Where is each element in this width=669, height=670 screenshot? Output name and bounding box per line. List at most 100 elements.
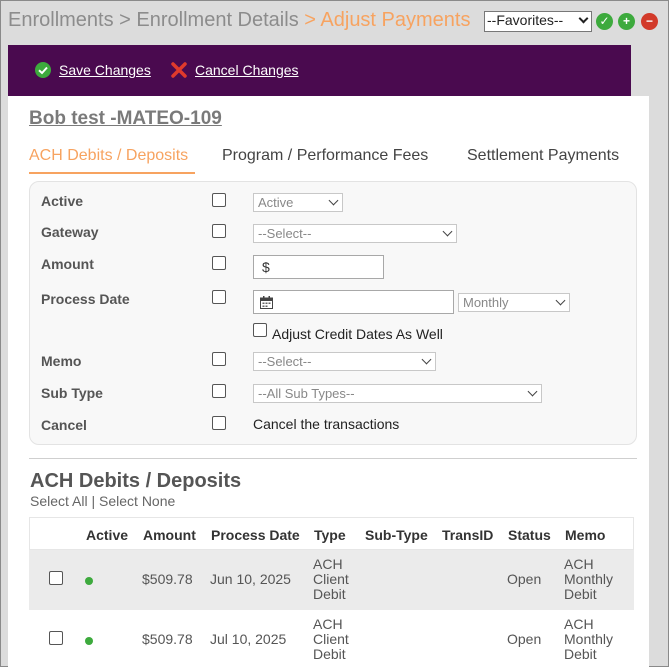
cancel-changes-button[interactable]: Cancel Changes — [171, 62, 299, 78]
amount-checkbox[interactable] — [212, 256, 226, 270]
save-changes-label: Save Changes — [59, 62, 151, 78]
memo-select-value: --Select-- — [258, 354, 312, 369]
section-divider — [29, 458, 637, 459]
sub-type-select-value: --All Sub Types-- — [258, 386, 355, 401]
table-row[interactable]: $509.78 Jul 10, 2025 ACH Client Debit Op… — [29, 610, 634, 670]
process-date-label: Process Date — [41, 291, 130, 307]
close-icon — [171, 62, 187, 78]
favorites-select[interactable]: --Favorites-- — [484, 11, 592, 32]
memo-checkbox[interactable] — [212, 352, 226, 366]
cell-status: Open — [507, 571, 542, 587]
chevron-down-icon — [421, 354, 432, 365]
cell-type-line: ACH — [313, 556, 343, 572]
adjust-credit-dates-checkbox[interactable] — [253, 323, 267, 337]
memo-select[interactable]: --Select-- — [253, 352, 436, 371]
amount-input[interactable]: $ — [253, 255, 384, 279]
frequency-select[interactable]: Monthly — [458, 293, 570, 312]
column-header-amount[interactable]: Amount — [143, 527, 196, 543]
gateway-label: Gateway — [41, 224, 99, 240]
chevron-down-icon — [442, 226, 453, 237]
cell-type-line: Debit — [313, 646, 346, 662]
tab-settlement-payments[interactable]: Settlement Payments — [467, 147, 619, 165]
cell-type: ACH Client Debit — [313, 557, 349, 602]
column-header-type[interactable]: Type — [314, 527, 346, 543]
gateway-checkbox[interactable] — [212, 224, 226, 238]
select-none-link[interactable]: Select None — [99, 493, 175, 509]
sub-type-checkbox[interactable] — [212, 384, 226, 398]
cell-amount: $509.78 — [142, 631, 193, 647]
client-name-link[interactable]: Bob test -MATEO-109 — [29, 108, 222, 130]
process-date-checkbox[interactable] — [212, 290, 226, 304]
column-header-active[interactable]: Active — [86, 527, 128, 543]
cell-status: Open — [507, 631, 542, 647]
select-all-link[interactable]: Select All — [30, 493, 88, 509]
chevron-down-icon — [578, 13, 589, 24]
cell-type: ACH Client Debit — [313, 617, 349, 662]
column-header-memo[interactable]: Memo — [565, 527, 605, 543]
cancel-checkbox[interactable] — [212, 416, 226, 430]
amount-label: Amount — [41, 256, 94, 272]
cell-type-line: Client — [313, 571, 349, 587]
remove-favorite-icon[interactable]: − — [641, 13, 658, 30]
row-select-checkbox[interactable] — [49, 571, 63, 585]
cancel-label: Cancel — [41, 417, 87, 433]
selection-links: Select All | Select None — [30, 493, 175, 509]
cell-type-line: Client — [313, 631, 349, 647]
table-row[interactable]: $509.78 Jun 10, 2025 ACH Client Debit Op… — [29, 550, 634, 610]
cell-memo-line: Debit — [564, 646, 597, 662]
cell-process-date: Jun 10, 2025 — [210, 571, 291, 587]
add-favorite-icon[interactable]: + — [618, 13, 635, 30]
cell-amount: $509.78 — [142, 571, 193, 587]
breadcrumb-separator: > — [113, 9, 137, 31]
cancel-transactions-text: Cancel the transactions — [253, 416, 400, 432]
breadcrumb-enrollments[interactable]: Enrollments — [8, 9, 114, 31]
chevron-down-icon — [527, 386, 538, 397]
active-select[interactable]: Active — [253, 193, 343, 212]
breadcrumb: Enrollments > Enrollment Details > Adjus… — [8, 9, 470, 32]
list-title: ACH Debits / Deposits — [30, 470, 242, 492]
row-select-checkbox[interactable] — [49, 631, 63, 645]
calendar-icon — [260, 296, 273, 309]
column-header-sub-type[interactable]: Sub-Type — [365, 527, 428, 543]
cell-memo-line: Debit — [564, 586, 597, 602]
save-changes-button[interactable]: Save Changes — [35, 62, 151, 78]
column-header-process-date[interactable]: Process Date — [211, 527, 300, 543]
tab-ach-debits-deposits[interactable]: ACH Debits / Deposits — [29, 147, 188, 165]
column-header-status[interactable]: Status — [508, 527, 551, 543]
active-tab-indicator — [29, 172, 195, 174]
cell-memo-line: Monthly — [564, 631, 614, 647]
action-bar: Save Changes Cancel Changes — [8, 45, 631, 96]
tab-program-performance-fees[interactable]: Program / Performance Fees — [222, 147, 428, 165]
cell-memo-line: ACH — [564, 556, 594, 572]
gateway-select[interactable]: --Select-- — [253, 224, 457, 243]
sub-type-label: Sub Type — [41, 385, 103, 401]
cell-memo-line: ACH — [564, 616, 594, 632]
cell-memo: ACH Monthly Debit — [564, 557, 613, 602]
window-frame: Enrollments > Enrollment Details > Adjus… — [0, 0, 669, 670]
active-label: Active — [41, 193, 84, 209]
cell-type-line: ACH — [313, 616, 343, 632]
table-header: Active Amount Process Date Type Sub-Type… — [29, 517, 634, 550]
selection-separator: | — [87, 493, 100, 509]
process-date-input[interactable] — [253, 290, 454, 314]
cell-type-line: Debit — [313, 586, 346, 602]
check-icon[interactable]: ✓ — [596, 13, 613, 30]
frequency-select-value: Monthly — [463, 295, 509, 310]
chevron-down-icon — [328, 195, 339, 206]
breadcrumb-enrollment-details[interactable]: Enrollment Details — [136, 9, 298, 31]
active-checkbox[interactable] — [212, 193, 226, 207]
cell-memo-line: Monthly — [564, 571, 614, 587]
dollar-prefix: $ — [262, 259, 270, 275]
cancel-changes-label: Cancel Changes — [195, 62, 299, 78]
favorites-selected-value: --Favorites-- — [487, 12, 564, 28]
content-panel: Bob test -MATEO-109 ACH Debits / Deposit… — [8, 96, 649, 670]
cell-memo: ACH Monthly Debit — [564, 617, 613, 662]
adjust-credit-dates-label: Adjust Credit Dates As Well — [272, 326, 443, 342]
column-header-transid[interactable]: TransID — [442, 527, 493, 543]
breadcrumb-separator: > — [298, 9, 321, 31]
sub-type-select[interactable]: --All Sub Types-- — [253, 384, 542, 403]
active-status-dot — [85, 637, 93, 645]
memo-label: Memo — [41, 353, 82, 369]
adjust-form: Active Active Gateway --Select-- Amount … — [29, 181, 637, 445]
active-status-dot — [85, 577, 93, 585]
